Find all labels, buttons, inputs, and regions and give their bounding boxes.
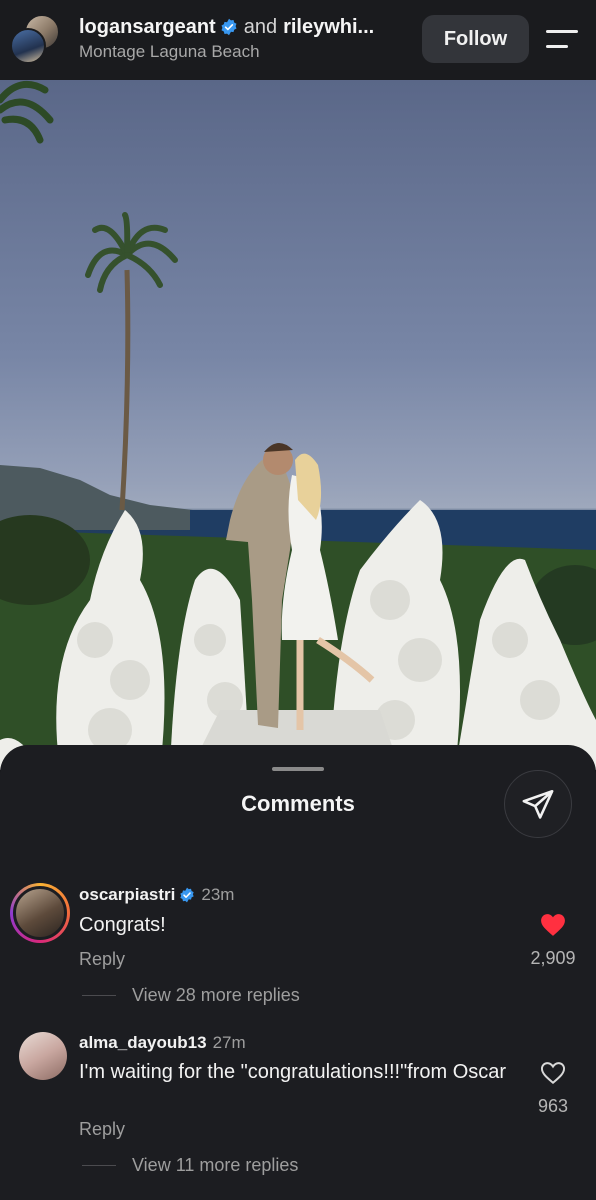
share-button[interactable]: [504, 770, 572, 838]
comments-sheet: Comments oscarpiastri 23m Congrats! Repl…: [0, 745, 596, 1200]
avatar[interactable]: [10, 28, 46, 64]
author-username[interactable]: logansargeant: [79, 14, 216, 40]
send-icon: [522, 789, 554, 819]
location-link[interactable]: Montage Laguna Beach: [79, 42, 409, 62]
view-replies-button[interactable]: View 28 more replies: [82, 985, 300, 1006]
avatar[interactable]: [19, 1032, 67, 1080]
and-text: and: [243, 16, 278, 38]
view-replies-label: View 28 more replies: [132, 985, 300, 1005]
avatar[interactable]: [10, 883, 70, 943]
post-header: logansargeant and rileywhi... Montage La…: [0, 0, 596, 80]
divider: [82, 1165, 116, 1166]
divider: [82, 995, 116, 996]
header-text: logansargeant and rileywhi... Montage La…: [79, 14, 409, 62]
like-button[interactable]: 2,909: [523, 913, 583, 969]
comment-text: I'm waiting for the "congratulations!!!"…: [79, 1061, 507, 1083]
like-count: 2,909: [530, 948, 576, 968]
sheet-drag-handle[interactable]: [272, 767, 324, 771]
heart-filled-icon: [541, 914, 565, 936]
like-count: 963: [537, 1096, 569, 1116]
comment-text: Congrats!: [79, 914, 166, 936]
verified-badge-icon: [180, 887, 195, 903]
verified-badge-icon: [221, 18, 237, 36]
post-image[interactable]: [0, 80, 596, 770]
engagement-photo: [0, 80, 596, 770]
comment-time: 23m: [201, 885, 235, 904]
comment-username[interactable]: oscarpiastri: [79, 885, 175, 905]
menu-icon[interactable]: [546, 30, 578, 50]
author-line: logansargeant and rileywhi...: [79, 14, 409, 40]
view-replies-button[interactable]: View 11 more replies: [82, 1155, 298, 1176]
collab-avatars[interactable]: [10, 14, 62, 66]
view-replies-label: View 11 more replies: [132, 1155, 299, 1175]
reply-button[interactable]: Reply: [79, 1119, 125, 1140]
comment-time: 27m: [212, 1033, 246, 1052]
comment-username-row: oscarpiastri 23m: [79, 885, 234, 905]
like-button[interactable]: 963: [523, 1061, 583, 1117]
collaborator-username[interactable]: rileywhi...: [283, 14, 374, 40]
comment-username-row: alma_dayoub13 27m: [79, 1033, 246, 1053]
reply-button[interactable]: Reply: [79, 949, 125, 970]
follow-button[interactable]: Follow: [422, 15, 529, 63]
comment-username[interactable]: alma_dayoub13: [79, 1033, 207, 1053]
heart-outline-icon: [540, 1062, 566, 1085]
